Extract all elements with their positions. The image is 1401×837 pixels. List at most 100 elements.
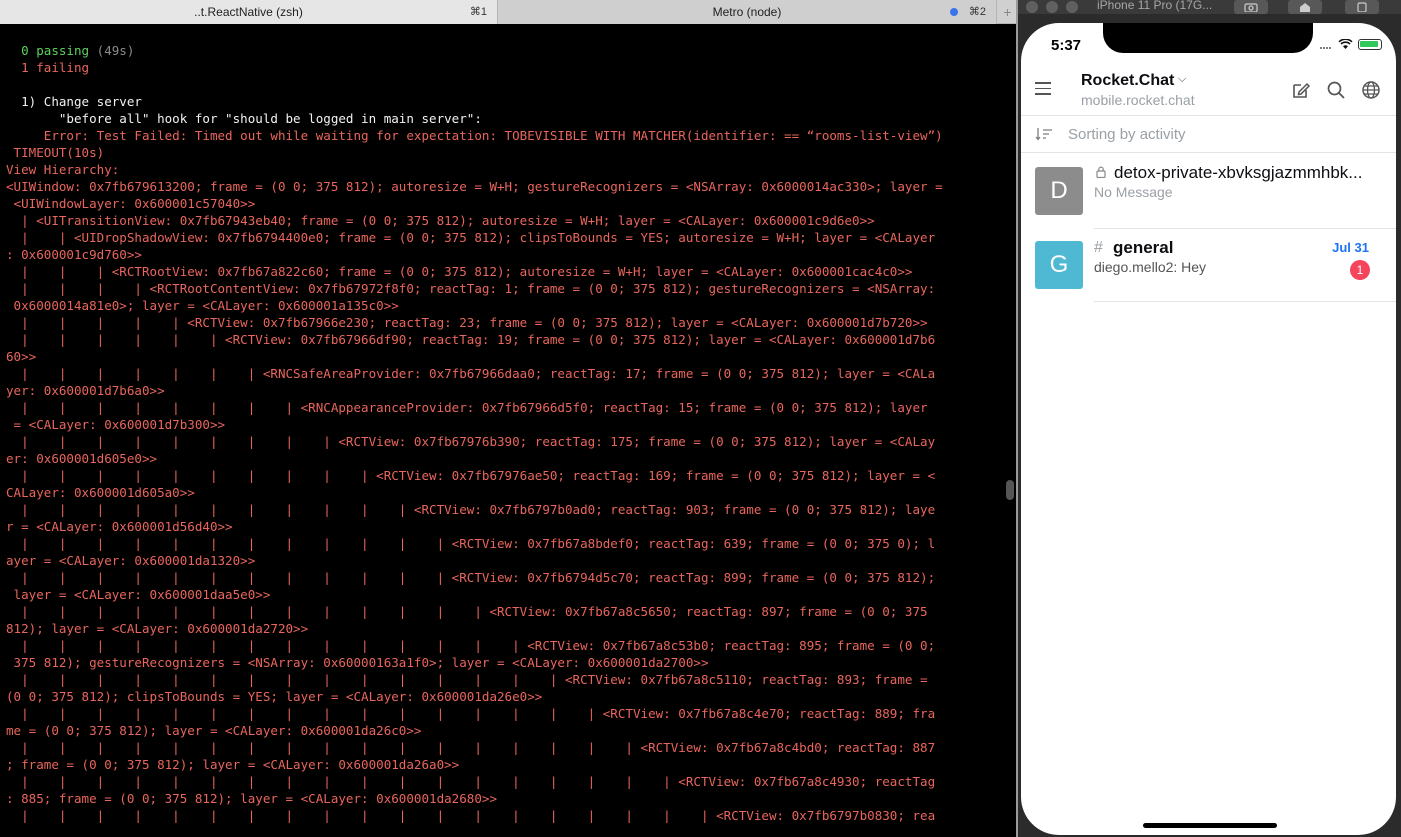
terminal-line: = <CALayer: 0x600001d7b300>> xyxy=(6,416,1002,433)
tab-title: ..t.ReactNative (zsh) xyxy=(194,5,303,19)
home-icon xyxy=(1300,3,1310,12)
terminal-text: ; frame = (0 0; 375 812); layer = <CALay… xyxy=(6,757,460,772)
terminal-line: layer = <CALayer: 0x600001daa5e0>> xyxy=(6,586,1002,603)
terminal-text: | | | | | | | | | | | | | | <RCTView: 0x… xyxy=(6,638,936,653)
terminal-text: | | | | | | | | | | <RCTView: 0x7fb67976… xyxy=(6,468,936,483)
terminal-text: "before all" hook for "should be logged … xyxy=(6,111,482,126)
tab-metro-node[interactable]: Metro (node) ⌘2 xyxy=(498,0,997,24)
terminal-text: layer = <CALayer: 0x600001daa5e0>> xyxy=(6,587,271,602)
terminal-text: | | | | | | | | | | | | | <RCTView: 0x7f… xyxy=(6,604,928,619)
room-last-message: No Message xyxy=(1094,184,1173,200)
room-last-message: diego.mello2: Hey xyxy=(1094,259,1207,275)
terminal-line: | | | | | <RCTView: 0x7fb67966e230; reac… xyxy=(6,314,1002,331)
room-item-general[interactable]: G # general Jul 31 diego.mello2: Hey 1 xyxy=(1021,238,1396,313)
sort-bar[interactable]: Sorting by activity xyxy=(1021,115,1396,153)
room-name: general xyxy=(1113,238,1174,257)
globe-icon[interactable] xyxy=(1360,79,1382,101)
terminal-line: | | | | | | | | | <RCTView: 0x7fb67976b3… xyxy=(6,433,1002,450)
terminal-text: | | | | | | | | | | | | | | | <RCTView: … xyxy=(6,672,928,687)
terminal-text: (49s) xyxy=(89,43,135,58)
terminal-text: | | | | | | | | | <RCTView: 0x7fb67976b3… xyxy=(6,434,936,449)
home-button[interactable] xyxy=(1288,0,1322,14)
terminal-text: : 0x600001c9d760>> xyxy=(6,247,142,262)
sort-label: Sorting by activity xyxy=(1068,126,1186,143)
terminal-line: 375 812); gestureRecognizers = <NSArray:… xyxy=(6,654,1002,671)
terminal-text: | | | <RCTRootView: 0x7fb67a822c60; fram… xyxy=(6,264,913,279)
status-icons xyxy=(1319,39,1382,50)
terminal-text: ayer = <CALayer: 0x600001da1320>> xyxy=(6,553,256,568)
terminal-line: 0x6000014a81e0>; layer = <CALayer: 0x600… xyxy=(6,297,1002,314)
terminal-text: <UIWindow: 0x7fb679613200; frame = (0 0;… xyxy=(6,179,943,194)
terminal-text: er: 0x600001d605e0>> xyxy=(6,451,158,466)
terminal-text: | | | | | | | | <RNCAppearanceProvider: … xyxy=(6,400,928,415)
menu-icon[interactable] xyxy=(1035,82,1051,96)
terminal-text: 1 failing xyxy=(6,60,90,75)
terminal-text: 812); layer = <CALayer: 0x600001da2720>> xyxy=(6,621,309,636)
new-tab-button[interactable]: + xyxy=(997,0,1018,23)
terminal-text: | | | | | | | <RNCSafeAreaProvider: 0x7f… xyxy=(6,366,936,381)
terminal-line: 1 failing xyxy=(6,59,1002,76)
terminal-text: | | | | | | | | | | | | | | | | | <RCTVi… xyxy=(6,740,936,755)
terminal-line: ayer = <CALayer: 0x600001da1320>> xyxy=(6,552,1002,569)
search-icon[interactable] xyxy=(1325,79,1347,101)
terminal-text: (0 0; 375 812); clipsToBounds = YES; lay… xyxy=(6,689,543,704)
divider xyxy=(1094,228,1396,229)
terminal-text: View Hierarchy: xyxy=(6,162,120,177)
terminal-scrollbar[interactable] xyxy=(1006,480,1014,500)
close-light-icon[interactable] xyxy=(1026,1,1038,13)
minimize-light-icon[interactable] xyxy=(1046,1,1058,13)
terminal-window: ..t.ReactNative (zsh) ⌘1 Metro (node) ⌘2… xyxy=(0,0,1018,837)
terminal-line: | | | | <RCTRootContentView: 0x7fb67972f… xyxy=(6,280,1002,297)
tab-react-native-zsh[interactable]: ..t.ReactNative (zsh) ⌘1 xyxy=(0,0,498,24)
terminal-line: | | | | | | | <RNCSafeAreaProvider: 0x7f… xyxy=(6,365,1002,382)
terminal-text: <UIWindowLayer: 0x600001c57040>> xyxy=(6,196,256,211)
rotate-button[interactable] xyxy=(1345,0,1379,14)
activity-dot-icon xyxy=(950,8,958,16)
server-name[interactable]: Rocket.Chat xyxy=(1081,72,1174,90)
chevron-down-icon[interactable]: ⌵ xyxy=(1178,73,1186,86)
terminal-line: <UIWindow: 0x7fb679613200; frame = (0 0;… xyxy=(6,178,1002,195)
terminal-text: | | | | | | | | | | | | | | | | <RCTView… xyxy=(6,706,936,721)
terminal-text: | | | | | | | | | | | | | | | | | | | <R… xyxy=(6,808,936,823)
room-item-detox-private[interactable]: D detox-private-xbvksgjazmmhbk... No Mes… xyxy=(1021,163,1396,238)
terminal-line: : 0x600001c9d760>> xyxy=(6,246,1002,263)
terminal-line: | | <UIDropShadowView: 0x7fb6794400e0; f… xyxy=(6,229,1002,246)
screenshot-button[interactable] xyxy=(1234,0,1268,14)
terminal-text: | | | | | | <RCTView: 0x7fb67966df90; re… xyxy=(6,332,936,347)
signal-icon xyxy=(1320,46,1331,49)
terminal-line: | | | | | | | | | | | | | | | | | | | <R… xyxy=(6,807,1002,824)
battery-icon xyxy=(1358,39,1382,50)
status-time: 5:37 xyxy=(1051,37,1082,54)
terminal-line: <UIWindowLayer: 0x600001c57040>> xyxy=(6,195,1002,212)
camera-icon xyxy=(1244,3,1258,12)
terminal-line: | | | | | | | | | | <RCTView: 0x7fb67976… xyxy=(6,467,1002,484)
terminal-line: | | | | | | | | | | | | <RCTView: 0x7fb6… xyxy=(6,569,1002,586)
phone-screen: 5:37 Rocket.Chat ⌵ mobile.rocket.chat So… xyxy=(1021,23,1396,835)
divider xyxy=(1094,301,1396,302)
terminal-line: me = (0 0; 375 812); layer = <CALayer: 0… xyxy=(6,722,1002,739)
terminal-text: : 885; frame = (0 0; 375 812); layer = <… xyxy=(6,791,498,806)
terminal-line: CALayer: 0x600001d605a0>> xyxy=(6,484,1002,501)
terminal-text: | | | | | | | | | | | <RCTView: 0x7fb679… xyxy=(6,502,936,517)
terminal-text: CALayer: 0x600001d605a0>> xyxy=(6,485,195,500)
terminal-line: TIMEOUT(10s) xyxy=(6,144,1002,161)
terminal-text: Error: Test Failed: Timed out while wait… xyxy=(6,128,943,143)
terminal-line: 60>> xyxy=(6,348,1002,365)
terminal-text: = <CALayer: 0x600001d7b300>> xyxy=(6,417,226,432)
terminal-text: | <UITransitionView: 0x7fb67943eb40; fra… xyxy=(6,213,875,228)
terminal-output[interactable]: 0 passing (49s) 1 failing 1) Change serv… xyxy=(6,42,1002,837)
home-indicator[interactable] xyxy=(1143,823,1277,828)
simulator-window: iPhone 11 Pro (17G... 5:37 Rocket.Chat ⌵… xyxy=(1018,0,1401,837)
tab-shortcut: ⌘2 xyxy=(968,6,986,18)
terminal-line: r = <CALayer: 0x600001d56d40>> xyxy=(6,518,1002,535)
phone-notch xyxy=(1103,23,1313,53)
compose-icon[interactable] xyxy=(1290,79,1312,101)
zoom-light-icon[interactable] xyxy=(1066,1,1078,13)
rooms-header: Rocket.Chat ⌵ mobile.rocket.chat xyxy=(1021,68,1396,114)
terminal-line: 1) Change server xyxy=(6,93,1002,110)
terminal-line: "before all" hook for "should be logged … xyxy=(6,110,1002,127)
terminal-line: (0 0; 375 812); clipsToBounds = YES; lay… xyxy=(6,688,1002,705)
terminal-line: | | | <RCTRootView: 0x7fb67a822c60; fram… xyxy=(6,263,1002,280)
terminal-text: me = (0 0; 375 812); layer = <CALayer: 0… xyxy=(6,723,422,738)
